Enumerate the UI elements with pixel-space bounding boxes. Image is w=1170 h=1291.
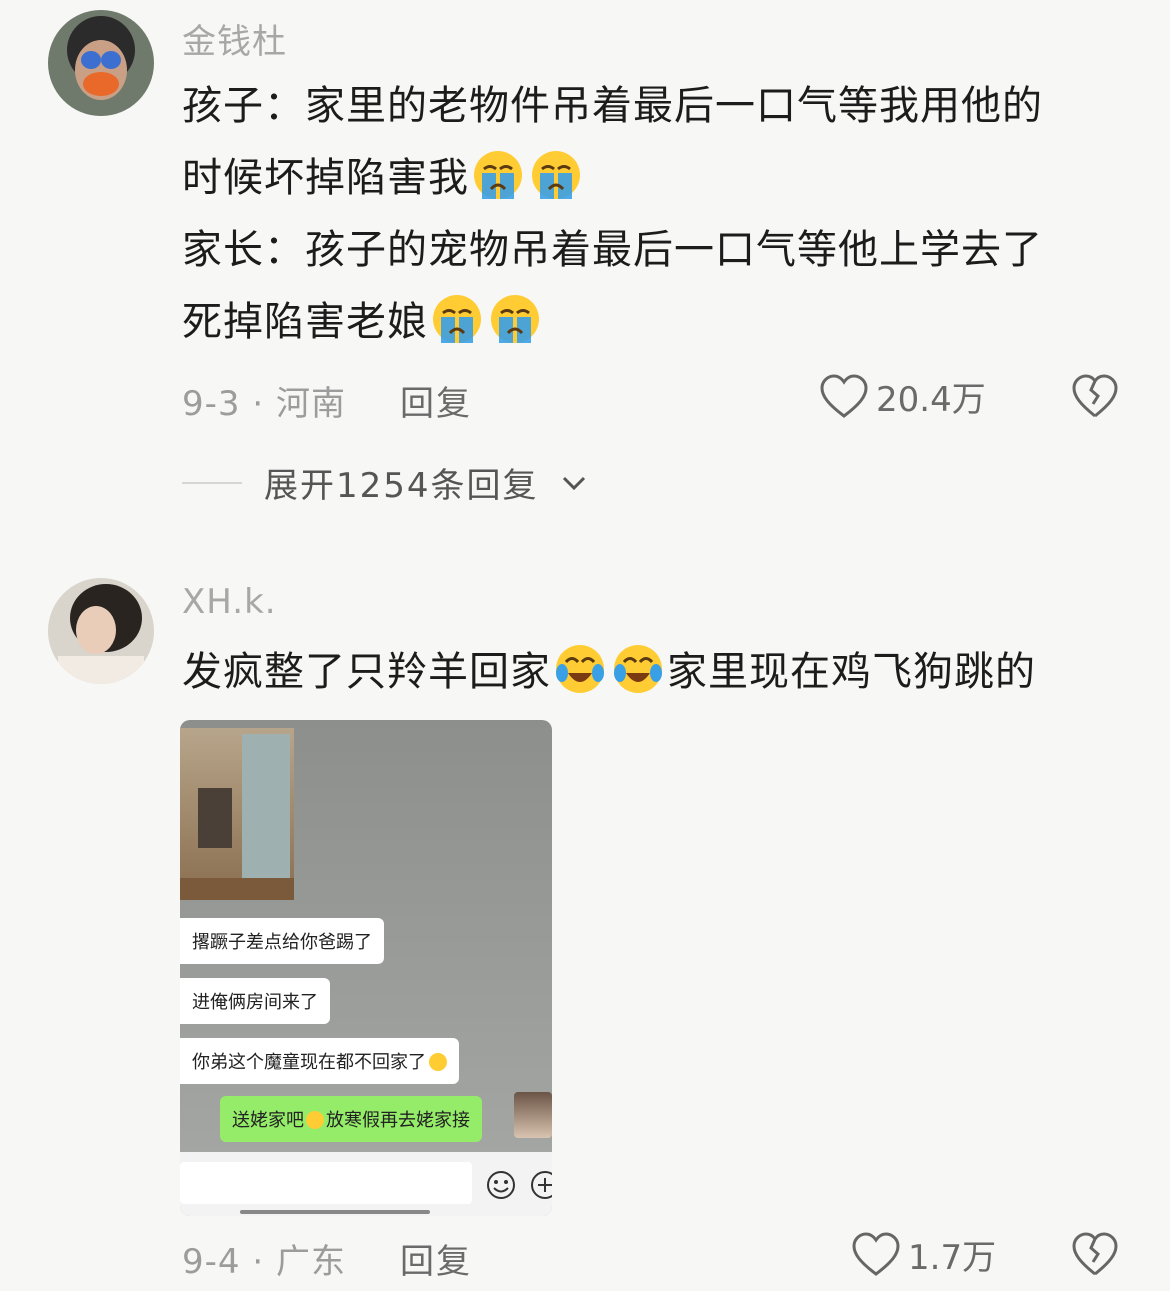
- chat-message-text: 你弟这个魔童现在都不回家了: [192, 1052, 426, 1073]
- reply-button[interactable]: 回复: [400, 376, 472, 425]
- avatar: [514, 1092, 552, 1138]
- expand-replies-label: 展开1254条回复: [264, 466, 539, 506]
- comment-line-text: 家里现在鸡飞狗跳的: [667, 649, 1036, 695]
- like-count: 1.7万: [908, 1238, 997, 1278]
- comment-date-location: 9-4 · 广东: [182, 1242, 346, 1282]
- message-input[interactable]: [180, 1162, 472, 1204]
- broken-heart-icon[interactable]: [1072, 1232, 1118, 1278]
- home-indicator: [240, 1210, 430, 1214]
- comment-line-text: 死掉陷害老娘: [182, 299, 428, 345]
- comment-text: 发疯整了只羚羊回家 家里现在鸡飞狗跳的: [182, 636, 1122, 708]
- chat-message: 你弟这个魔童现在都不回家了: [180, 1038, 459, 1084]
- comment-line-text: 时候坏掉陷害我: [182, 155, 469, 201]
- chat-message-text: 送姥家吧: [232, 1110, 304, 1131]
- reply-button[interactable]: 回复: [400, 1234, 472, 1283]
- input-bar: [180, 1152, 552, 1216]
- like-button[interactable]: 20.4万: [820, 372, 986, 421]
- comment-line: 家长：孩子的宠物吊着最后一口气等他上学去了: [182, 227, 1043, 273]
- like-count: 20.4万: [876, 380, 986, 420]
- video-thumbnail: [180, 728, 294, 900]
- heart-icon: [852, 1231, 900, 1276]
- comment-text: 孩子：家里的老物件吊着最后一口气等我用他的 时候坏掉陷害我 家长：孩子的宠物吊着…: [182, 70, 1122, 358]
- broken-heart-icon[interactable]: [1072, 374, 1118, 420]
- crying-face-icon: [306, 1111, 324, 1129]
- username[interactable]: 金钱杜: [182, 14, 287, 63]
- divider: [182, 481, 242, 484]
- tears-of-joy-face-icon: [614, 645, 662, 693]
- grinning-face-icon: [429, 1053, 447, 1071]
- tears-of-joy-face-icon: [556, 645, 604, 693]
- emoji-icon[interactable]: [486, 1170, 516, 1200]
- crying-face-icon: [491, 295, 539, 343]
- like-button[interactable]: 1.7万: [852, 1230, 996, 1279]
- expand-replies-button[interactable]: 展开1254条回复: [182, 458, 587, 507]
- crying-face-icon: [474, 151, 522, 199]
- avatar[interactable]: [48, 578, 154, 684]
- attached-image[interactable]: 撂蹶子差点给你爸踢了 进俺俩房间来了 你弟这个魔童现在都不回家了 送姥家吧 放寒假…: [180, 720, 552, 1216]
- heart-icon: [820, 373, 868, 418]
- plus-icon[interactable]: [530, 1170, 552, 1200]
- username[interactable]: XH.k.: [182, 582, 277, 622]
- chat-message: 撂蹶子差点给你爸踢了: [180, 918, 384, 964]
- chat-message-sent: 送姥家吧 放寒假再去姥家接: [220, 1096, 482, 1142]
- chat-message-text: 放寒假再去姥家接: [326, 1110, 470, 1131]
- chevron-down-icon: [562, 476, 585, 490]
- comment-line: 孩子：家里的老物件吊着最后一口气等我用他的: [182, 83, 1043, 129]
- crying-face-icon: [433, 295, 481, 343]
- chat-message: 进俺俩房间来了: [180, 978, 330, 1024]
- comment-line-text: 发疯整了只羚羊回家: [182, 649, 551, 695]
- crying-face-icon: [532, 151, 580, 199]
- avatar[interactable]: [48, 10, 154, 116]
- comment-line: 时候坏掉陷害我: [182, 142, 1122, 214]
- comment-line: 死掉陷害老娘: [182, 286, 1122, 358]
- comment-date-location: 9-3 · 河南: [182, 384, 346, 424]
